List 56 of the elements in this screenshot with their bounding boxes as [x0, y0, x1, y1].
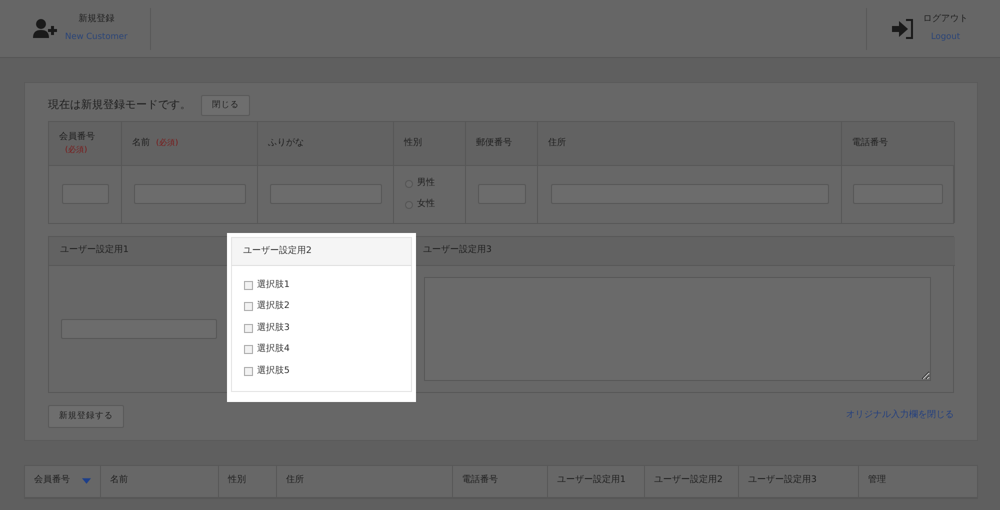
table-header-cell[interactable]: 電話番号	[453, 466, 548, 498]
checkbox[interactable]	[244, 324, 253, 333]
text-area[interactable]	[424, 276, 931, 381]
column-header: 電話番号	[852, 136, 888, 150]
checkbox[interactable]	[244, 280, 253, 290]
table-header-cell[interactable]: ユーザー設定用1	[548, 466, 645, 498]
checkbox-label: 選択肢1	[257, 278, 290, 292]
link-sublabel: New Customer	[65, 30, 128, 44]
required-mark: (必須)	[65, 144, 88, 156]
column-header: 郵便番号	[476, 136, 512, 150]
logout-link[interactable]: ログアウト Logout	[867, 0, 1000, 57]
column-header: 名前	[132, 136, 150, 150]
table-header-cell[interactable]: ユーザー設定用2	[645, 466, 739, 498]
checkbox-label: 選択肢5	[257, 364, 290, 378]
column-header: ユーザー設定用3	[423, 244, 492, 257]
column-header: 性別	[404, 136, 422, 150]
table-header-cell[interactable]: 住所	[277, 466, 453, 498]
column-header: ユーザー設定用1	[557, 474, 626, 488]
checkbox-label: 選択肢3	[257, 322, 290, 334]
close-button[interactable]: 閉じる	[201, 95, 250, 116]
column-header: ユーザー設定用1	[60, 244, 129, 257]
column-header: ユーザー設定用2	[654, 474, 723, 488]
checkbox[interactable]	[244, 345, 253, 354]
column-header: 住所	[286, 474, 304, 488]
radio-label: 男性	[417, 176, 435, 190]
table-header-cell[interactable]: 性別	[219, 466, 277, 498]
table-header-cell[interactable]: 会員番号	[25, 466, 101, 498]
mode-text: 現在は新規登録モードです。	[48, 97, 191, 114]
user-add-icon	[33, 18, 57, 40]
column-header: ユーザー設定用2	[243, 244, 312, 258]
close-custom-fields-link[interactable]: オリジナル入力欄を閉じる	[846, 409, 954, 423]
checkbox-label: 選択肢4	[257, 343, 290, 356]
column-header: 管理	[868, 474, 886, 488]
checkbox[interactable]	[244, 366, 253, 376]
checkbox-label: 選択肢2	[257, 300, 290, 313]
table-header-cell[interactable]: ユーザー設定用3	[739, 466, 859, 498]
new-customer-link[interactable]: 新規登録 New Customer	[0, 0, 150, 57]
radio-label: 女性	[417, 198, 435, 212]
column-header: 名前	[110, 474, 128, 488]
register-button[interactable]: 新規登録する	[48, 404, 124, 428]
required-mark: (必須)	[156, 137, 178, 150]
link-sublabel: Logout	[930, 30, 960, 44]
checkbox[interactable]	[244, 302, 253, 312]
sign-in-icon	[891, 18, 915, 40]
link-label: 新規登録	[78, 13, 114, 26]
table-header-cell[interactable]: 管理	[859, 466, 978, 498]
column-header: 電話番号	[462, 474, 498, 488]
link-label: ログアウト	[923, 13, 968, 26]
column-header: 会員番号	[59, 130, 95, 144]
sort-down-icon[interactable]	[82, 478, 91, 484]
column-header: 性別	[228, 474, 246, 488]
column-header: 住所	[548, 136, 566, 150]
table-header-cell[interactable]: 名前	[101, 466, 219, 498]
column-header: ふりがな	[268, 136, 304, 150]
column-header: ユーザー設定用3	[748, 474, 817, 488]
column-header: 会員番号	[34, 474, 70, 488]
